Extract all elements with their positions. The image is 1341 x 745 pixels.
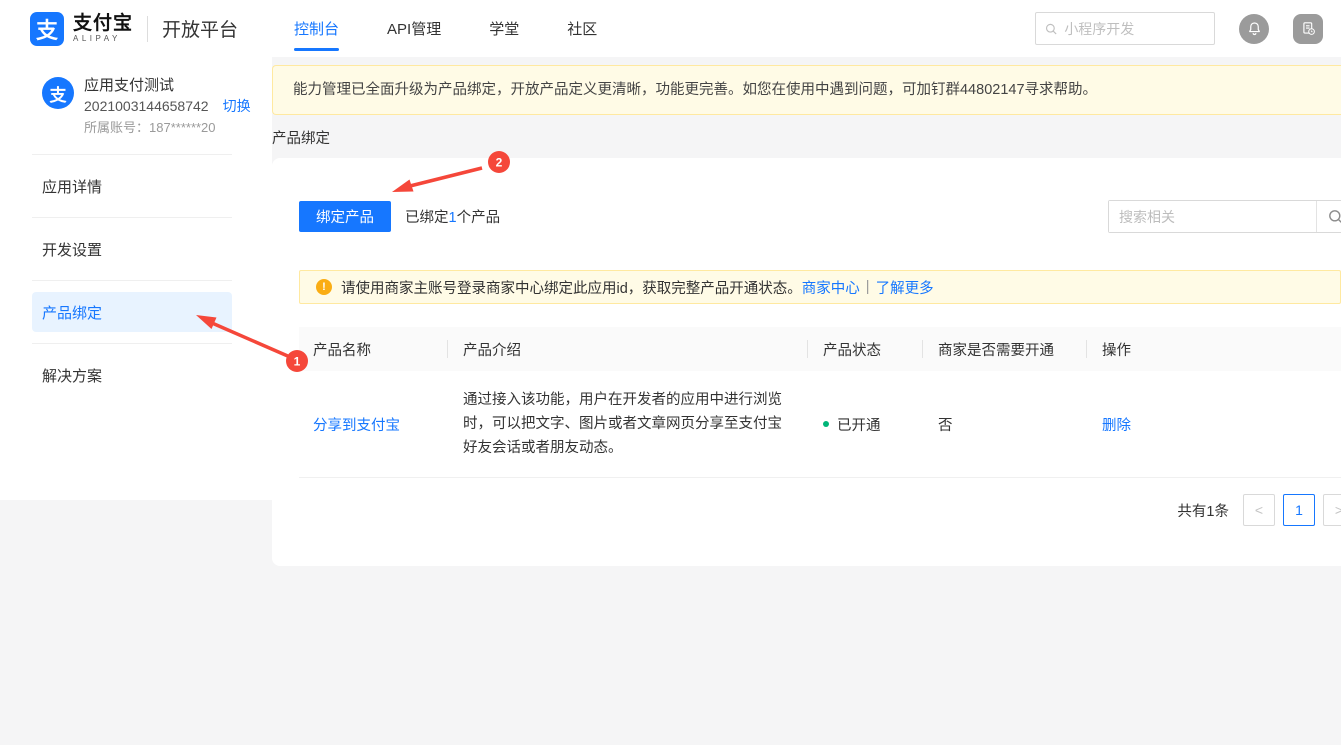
bound-suffix: 个产品	[457, 210, 501, 226]
upgrade-notice-banner: 能力管理已全面升级为产品绑定，开放产品定义更清晰，功能更完善。如您在使用中遇到问…	[272, 65, 1341, 115]
bound-count-text: 已绑定1个产品	[405, 206, 500, 227]
product-status-cell: 已开通	[807, 414, 922, 435]
table-row: 分享到支付宝 通过接入该功能，用户在开发者的应用中进行浏览时，可以把文字、图片或…	[299, 371, 1341, 478]
app-meta: 应用支付测试 2021003144658742 切换 所属账号：187*****…	[84, 75, 251, 138]
bound-count: 1	[449, 210, 457, 226]
platform-name: 开放平台	[162, 15, 238, 42]
app-sidebar: 支 应用支付测试 2021003144658742 切换 所属账号：187***…	[0, 57, 272, 500]
alipay-logo-text: 支付宝 ALIPAY	[73, 14, 133, 44]
sidebar-divider	[32, 217, 232, 218]
header-right	[1035, 12, 1323, 45]
table-header-row: 产品名称 产品介绍 产品状态 商家是否需要开通 操作	[299, 327, 1341, 371]
page-title: 产品绑定	[272, 127, 1341, 148]
sidebar-divider	[32, 343, 232, 344]
product-name-cell: 分享到支付宝	[299, 414, 447, 435]
pagination-total: 共有1条	[1177, 500, 1229, 521]
sidebar-divider	[32, 154, 232, 155]
app-avatar: 支	[42, 77, 74, 109]
merchant-warning-banner: ! 请使用商家主账号登录商家中心绑定此应用id，获取完整产品开通状态。 商家中心…	[299, 270, 1341, 304]
col-operation: 操作	[1086, 327, 1341, 371]
product-name-link[interactable]: 分享到支付宝	[313, 418, 400, 434]
col-product-status: 产品状态	[807, 327, 922, 371]
alipay-logo-icon: 支	[30, 12, 64, 46]
logo-divider	[147, 16, 148, 42]
account-label: 所属账号：	[84, 120, 149, 135]
status-text: 已开通	[837, 414, 881, 435]
card-toolbar: 绑定产品 已绑定1个产品	[299, 201, 1341, 232]
pagination-next-button[interactable]: >	[1323, 494, 1341, 526]
notification-bell-button[interactable]	[1239, 14, 1269, 44]
pagination: 共有1条 < 1 >	[299, 494, 1341, 526]
page-body: 支 应用支付测试 2021003144658742 切换 所属账号：187***…	[0, 57, 1341, 745]
product-binding-card: 绑定产品 已绑定1个产品 ! 请使用商家主账号登录商家中心绑定此应用	[272, 158, 1341, 566]
learn-more-link[interactable]: 了解更多	[876, 277, 934, 298]
pagination-prev-button[interactable]: <	[1243, 494, 1275, 526]
search-icon	[1045, 22, 1057, 36]
bind-product-button[interactable]: 绑定产品	[299, 201, 391, 232]
nav-academy[interactable]: 学堂	[465, 0, 543, 57]
delete-link[interactable]: 删除	[1102, 418, 1131, 434]
sidebar-item-solutions[interactable]: 解决方案	[32, 355, 232, 395]
product-search-button[interactable]	[1316, 201, 1341, 232]
warning-text: 请使用商家主账号登录商家中心绑定此应用id，获取完整产品开通状态。	[341, 277, 802, 298]
product-intro-cell: 通过接入该功能，用户在开发者的应用中进行浏览时，可以把文字、图片或者文章网页分享…	[447, 388, 807, 460]
header-search-box[interactable]	[1035, 12, 1215, 45]
pagination-page-1-button[interactable]: 1	[1283, 494, 1315, 526]
product-search-input[interactable]	[1109, 201, 1316, 232]
upgrade-notice-text: 能力管理已全面升级为产品绑定，开放产品定义更清晰，功能更完善。如您在使用中遇到问…	[293, 82, 1097, 98]
warning-icon: !	[316, 279, 332, 295]
logo-cn: 支付宝	[73, 14, 133, 34]
bell-icon	[1246, 20, 1263, 37]
col-merchant-required: 商家是否需要开通	[922, 327, 1086, 371]
operation-cell: 删除	[1086, 414, 1341, 435]
products-table: 产品名称 产品介绍 产品状态 商家是否需要开通 操作 分享到支付宝 通过接入该功…	[299, 327, 1341, 478]
sidebar-item-app-detail[interactable]: 应用详情	[32, 166, 232, 206]
nav-api-management[interactable]: API管理	[363, 0, 465, 57]
bound-prefix: 已绑定	[405, 210, 449, 226]
nav-community[interactable]: 社区	[543, 0, 621, 57]
app-name: 应用支付测试	[84, 75, 251, 96]
sidebar-divider	[32, 280, 232, 281]
top-nav: 控制台 API管理 学堂 社区	[270, 0, 621, 57]
app-info: 支 应用支付测试 2021003144658742 切换 所属账号：187***…	[0, 71, 272, 154]
status-dot-icon	[823, 421, 829, 427]
sidebar-item-dev-settings[interactable]: 开发设置	[32, 229, 232, 269]
product-search-box[interactable]	[1108, 200, 1341, 233]
app-id: 2021003144658742	[84, 96, 209, 117]
nav-console[interactable]: 控制台	[270, 0, 363, 57]
top-header: 支 支付宝 ALIPAY 开放平台 控制台 API管理 学堂 社区	[0, 0, 1341, 57]
sidebar-item-product-binding[interactable]: 产品绑定	[32, 292, 232, 332]
logo-en: ALIPAY	[73, 34, 133, 44]
main-content: 能力管理已全面升级为产品绑定，开放产品定义更清晰，功能更完善。如您在使用中遇到问…	[272, 57, 1341, 566]
col-product-intro: 产品介绍	[447, 327, 807, 371]
document-clock-icon	[1300, 20, 1317, 37]
search-icon	[1328, 209, 1341, 225]
header-search-input[interactable]	[1064, 21, 1205, 37]
col-product-name: 产品名称	[299, 327, 447, 371]
switch-app-link[interactable]: 切换	[223, 96, 251, 117]
merchant-required-cell: 否	[922, 414, 1086, 435]
alipay-logo[interactable]: 支 支付宝 ALIPAY	[30, 12, 133, 46]
warning-separator: |	[866, 279, 870, 295]
account-value: 187******20	[149, 120, 216, 135]
work-order-button[interactable]	[1293, 14, 1323, 44]
merchant-center-link[interactable]: 商家中心	[802, 277, 860, 298]
